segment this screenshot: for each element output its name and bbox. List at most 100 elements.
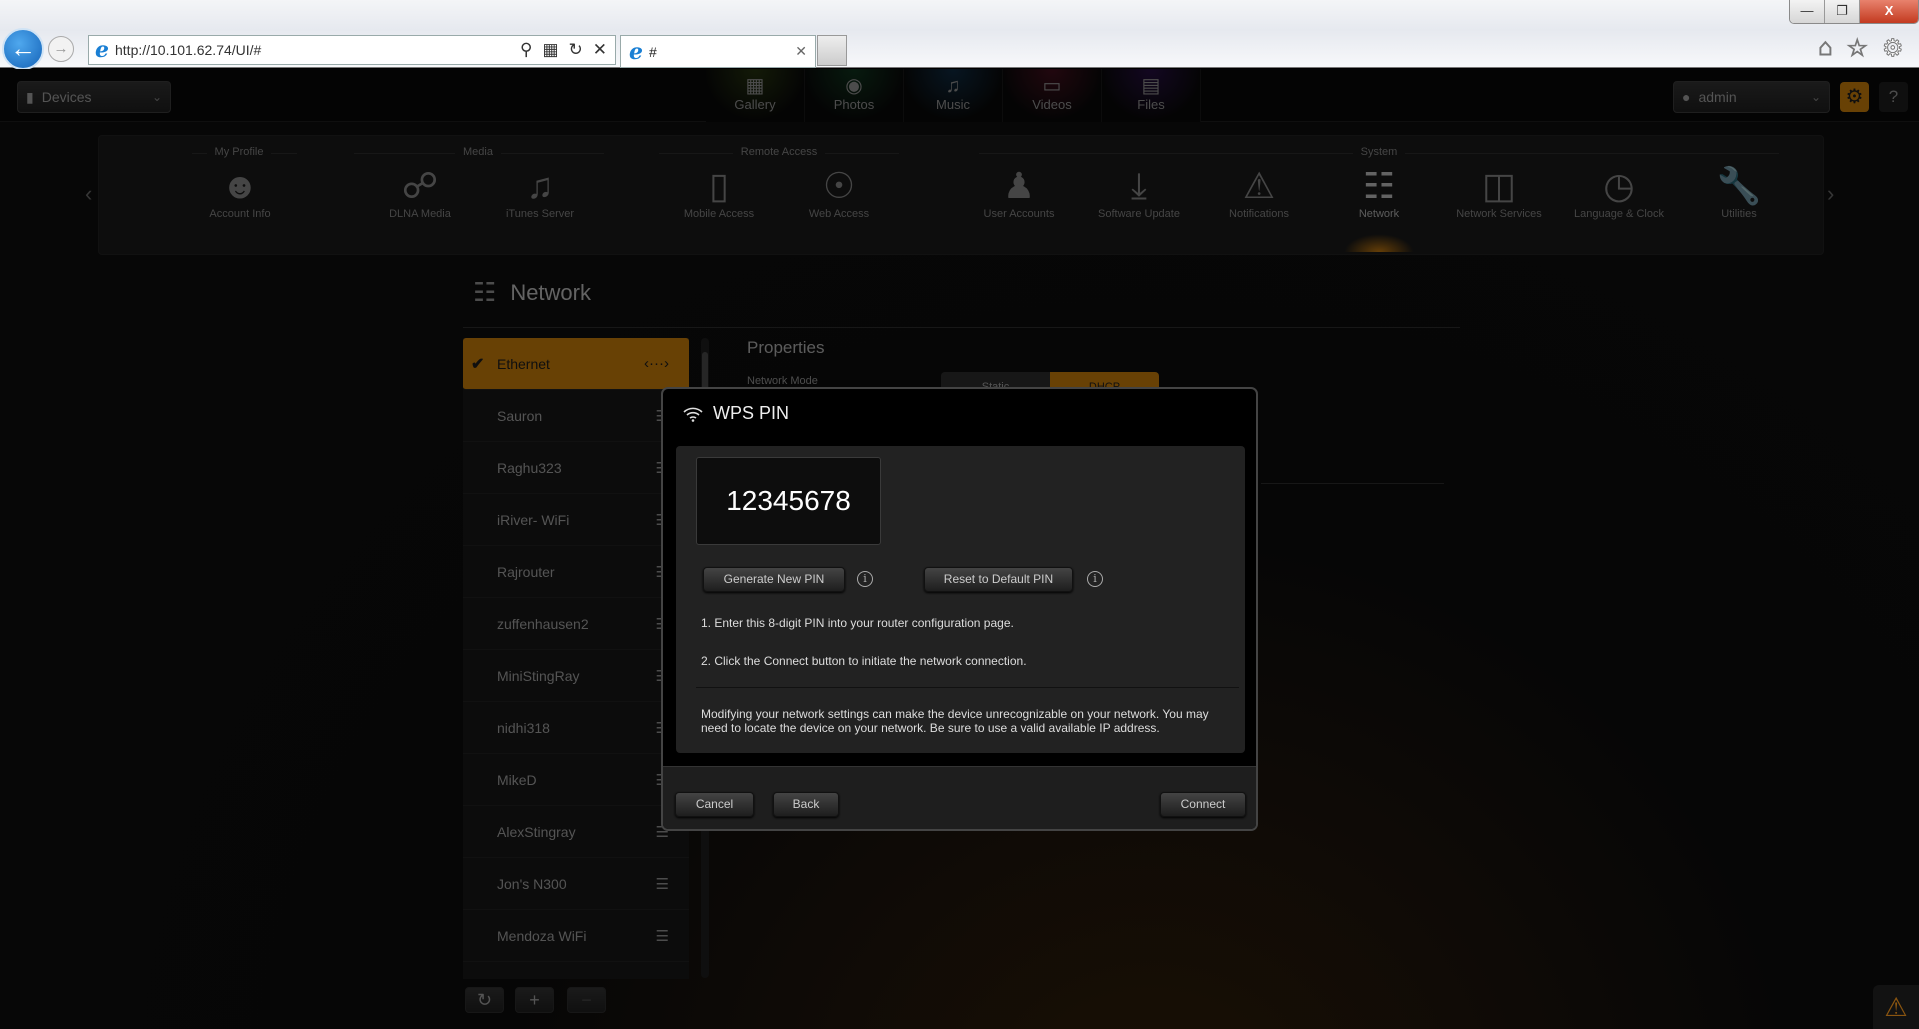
- gallery-icon: ▦: [745, 75, 765, 97]
- cancel-button[interactable]: Cancel: [675, 792, 754, 817]
- divider: [696, 687, 1239, 688]
- network-item-partial[interactable]: [463, 962, 689, 979]
- add-network-button[interactable]: +: [515, 987, 554, 1013]
- alert-button[interactable]: ⚠: [1873, 985, 1919, 1029]
- device-icon: ▮: [26, 88, 34, 105]
- back-button[interactable]: ←: [2, 28, 44, 70]
- item-label: DLNA Media: [389, 208, 451, 220]
- wifi-icon: ☰: [655, 927, 669, 945]
- browser-tab[interactable]: e # ✕: [620, 35, 816, 68]
- network-item[interactable]: zuffenhausen2☰: [463, 598, 689, 650]
- close-icon[interactable]: X: [1860, 0, 1918, 23]
- compatibility-icon[interactable]: ▦: [542, 40, 558, 60]
- settings-itunes-server[interactable]: ♫ iTunes Server: [485, 164, 595, 220]
- favorites-star-icon[interactable]: ☆: [1846, 34, 1868, 63]
- settings-utilities[interactable]: 🔧 Utilities: [1684, 164, 1794, 220]
- back-button[interactable]: Back: [773, 792, 839, 817]
- dlna-icon: ☍: [401, 165, 439, 206]
- info-icon[interactable]: i: [1087, 571, 1103, 587]
- group-system: System: [1279, 146, 1479, 158]
- network-name: iRiver- WiFi: [497, 511, 570, 528]
- properties-heading: Properties: [747, 338, 825, 357]
- tab-gallery[interactable]: ▦ Gallery: [706, 69, 805, 122]
- item-label: Language & Clock: [1574, 208, 1664, 220]
- devices-label: Devices: [41, 89, 92, 105]
- home-icon[interactable]: ⌂: [1818, 34, 1833, 63]
- new-tab-button[interactable]: [817, 35, 847, 66]
- checkmark-icon: ✔: [471, 355, 485, 373]
- dialog-body: 12345678 Generate New PIN i Reset to Def…: [676, 446, 1245, 753]
- network-item[interactable]: MiniStingRay☰: [463, 650, 689, 702]
- instruction-step-2: 2. Click the Connect button to initiate …: [701, 654, 1027, 668]
- search-icon[interactable]: ⚲: [520, 40, 532, 60]
- help-button[interactable]: ?: [1879, 82, 1908, 112]
- network-item[interactable]: Raghu323☰: [463, 442, 689, 494]
- video-camera-icon: ▭: [1042, 75, 1062, 97]
- wifi-icon: ☰: [655, 875, 669, 893]
- close-tab-icon[interactable]: ✕: [795, 43, 807, 60]
- tab-files[interactable]: ▤ Files: [1102, 69, 1201, 122]
- stop-icon[interactable]: ✕: [593, 40, 607, 60]
- settings-network-services[interactable]: ◫ Network Services: [1444, 164, 1554, 220]
- address-bar[interactable]: e http://10.101.62.74/UI/# ⚲ ▦ ↻ ✕: [88, 35, 616, 65]
- forward-button[interactable]: →: [48, 36, 74, 62]
- settings-language-clock[interactable]: ◷ Language & Clock: [1564, 164, 1674, 220]
- minimize-icon[interactable]: —: [1790, 0, 1826, 23]
- settings-user-accounts[interactable]: ♟ User Accounts: [964, 164, 1074, 220]
- network-item[interactable]: Sauron☰: [463, 390, 689, 442]
- settings-notifications[interactable]: ⚠ Notifications: [1204, 164, 1314, 220]
- refresh-icon[interactable]: ↻: [569, 40, 583, 60]
- network-item[interactable]: AlexStingray ☰: [463, 806, 689, 858]
- settings-software-update[interactable]: ⤓ Software Update: [1084, 164, 1194, 220]
- network-item[interactable]: Rajrouter☰: [463, 546, 689, 598]
- users-icon: ♟: [1002, 165, 1036, 206]
- minus-icon: −: [581, 990, 592, 1010]
- network-name: MikeD: [497, 771, 537, 788]
- file-icon: ▤: [1141, 75, 1161, 97]
- network-item[interactable]: Mendoza WiFi ☰: [463, 910, 689, 962]
- url-text[interactable]: http://10.101.62.74/UI/#: [115, 42, 261, 58]
- scroll-left-arrow[interactable]: ‹: [85, 181, 92, 207]
- dialog-title: WPS PIN: [683, 403, 789, 424]
- devices-dropdown[interactable]: ▮ Devices ⌄: [17, 81, 171, 113]
- page-title-text: Network: [510, 279, 591, 305]
- tab-music[interactable]: ♫ Music: [904, 69, 1003, 122]
- user-avatar-icon: ●: [1682, 89, 1691, 105]
- settings-dlna-media[interactable]: ☍ DLNA Media: [365, 164, 475, 220]
- network-item[interactable]: MikeD☰: [463, 754, 689, 806]
- ethernet-icon: ‹···›: [644, 355, 669, 372]
- network-item[interactable]: nidhi318☰: [463, 702, 689, 754]
- settings-gear-button[interactable]: ⚙: [1840, 82, 1869, 112]
- divider: [463, 327, 1460, 328]
- wps-pin-dialog: WPS PIN 12345678 Generate New PIN i Rese…: [661, 387, 1258, 831]
- network-item[interactable]: Jon's N300 ☰: [463, 858, 689, 910]
- itunes-icon: ♫: [526, 165, 554, 206]
- tools-gear-icon[interactable]: ⚙: [1882, 34, 1904, 63]
- settings-network[interactable]: ☷ Network: [1324, 164, 1434, 252]
- network-tree-icon: ☷: [1362, 165, 1396, 206]
- refresh-button[interactable]: ↻: [465, 987, 504, 1013]
- settings-mobile-access[interactable]: ▯ Mobile Access: [664, 164, 774, 220]
- user-dropdown[interactable]: ● admin ⌄: [1673, 81, 1830, 113]
- settings-account-info[interactable]: ☻ Account Info: [185, 164, 295, 220]
- scroll-right-arrow[interactable]: ›: [1827, 181, 1834, 207]
- network-mode-label: Network Mode: [747, 375, 818, 387]
- info-icon[interactable]: i: [857, 571, 873, 587]
- tab-label: Photos: [833, 97, 875, 112]
- tab-photos[interactable]: ◉ Photos: [805, 69, 904, 122]
- restore-icon[interactable]: ❐: [1825, 0, 1861, 23]
- generate-new-pin-button[interactable]: Generate New PIN: [703, 567, 845, 592]
- pin-display: 12345678: [696, 457, 881, 545]
- remove-network-button[interactable]: −: [567, 987, 606, 1013]
- tab-videos[interactable]: ▭ Videos: [1003, 69, 1102, 122]
- network-name: Ethernet: [497, 355, 550, 372]
- reset-default-pin-button[interactable]: Reset to Default PIN: [924, 567, 1073, 592]
- network-item[interactable]: iRiver- WiFi☰: [463, 494, 689, 546]
- group-media: Media: [378, 146, 578, 158]
- connect-button[interactable]: Connect: [1160, 792, 1246, 817]
- network-item-ethernet[interactable]: ✔ Ethernet ‹···›: [463, 338, 689, 390]
- wifi-icon: [683, 407, 703, 422]
- network-name: MiniStingRay: [497, 667, 580, 684]
- network-name: AlexStingray: [497, 823, 576, 840]
- settings-web-access[interactable]: ☉ Web Access: [784, 164, 894, 220]
